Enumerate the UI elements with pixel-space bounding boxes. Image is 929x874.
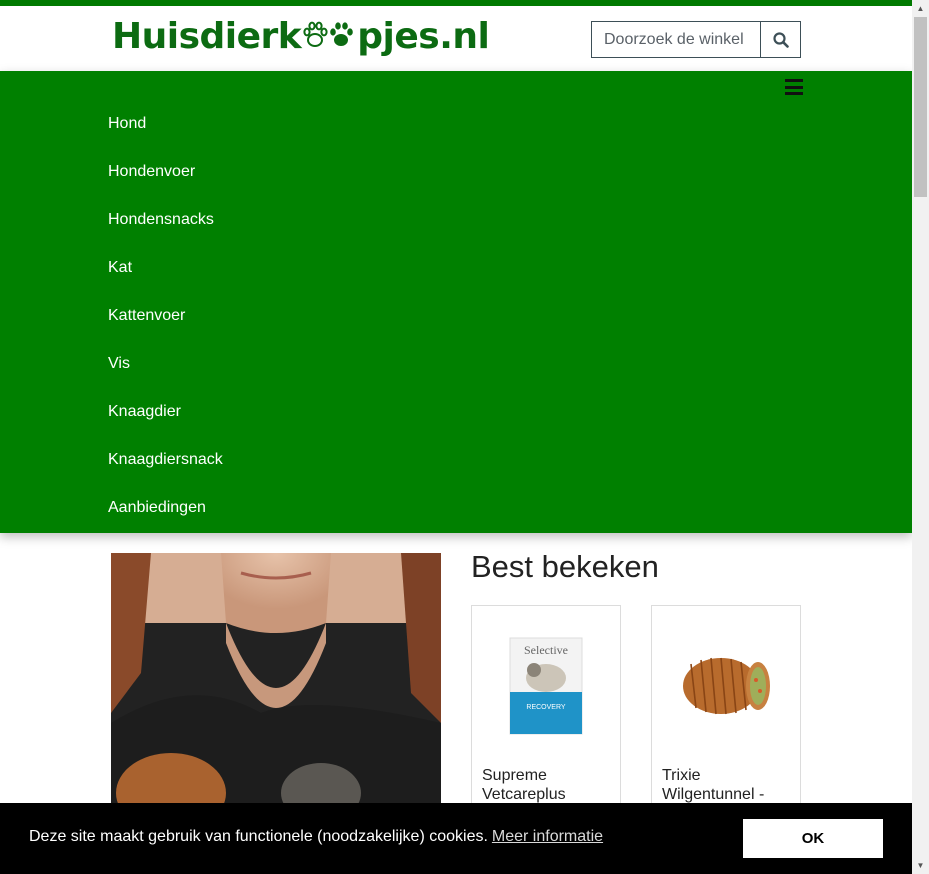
- scroll-down-arrow-icon[interactable]: ▼: [912, 857, 929, 874]
- search-icon: [772, 31, 789, 48]
- logo-text-start: Huisdierk: [112, 15, 302, 57]
- scroll-thumb[interactable]: [914, 17, 927, 197]
- menu-item-kattenvoer[interactable]: Kattenvoer: [108, 292, 223, 340]
- scrollbar[interactable]: ▲ ▼: [912, 0, 929, 874]
- product-image: [652, 616, 800, 756]
- product-name[interactable]: Trixie Wilgentunnel -: [662, 766, 792, 804]
- menu-list: Hond Hondenvoer Hondensnacks Kat Kattenv…: [108, 100, 223, 532]
- menu-item-knaagdier[interactable]: Knaagdier: [108, 388, 223, 436]
- site-header: Huisdierk pjes.nl: [0, 6, 912, 71]
- product-card[interactable]: Trixie Wilgentunnel -: [651, 605, 801, 825]
- product-card[interactable]: Selective RECOVERY Supreme Vetcareplus: [471, 605, 621, 825]
- menu-item-hondenvoer[interactable]: Hondenvoer: [108, 148, 223, 196]
- cookie-message: Deze site maakt gebruik van functionele …: [29, 828, 488, 845]
- hero-photo: [111, 553, 441, 813]
- menu-item-aanbiedingen[interactable]: Aanbiedingen: [108, 484, 223, 532]
- menu-item-vis[interactable]: Vis: [108, 340, 223, 388]
- product-image: Selective RECOVERY: [472, 616, 620, 756]
- main-menu: Hond Hondenvoer Hondensnacks Kat Kattenv…: [0, 71, 912, 533]
- cookie-ok-button[interactable]: OK: [743, 819, 883, 858]
- site-logo[interactable]: Huisdierk pjes.nl: [112, 14, 490, 58]
- scroll-up-arrow-icon[interactable]: ▲: [912, 0, 929, 17]
- product-sub-text: RECOVERY: [526, 704, 565, 711]
- search-input[interactable]: [591, 21, 760, 58]
- logo-text-end: pjes.nl: [357, 15, 490, 57]
- cookie-more-link[interactable]: Meer informatie: [492, 828, 603, 845]
- hamburger-icon[interactable]: [785, 79, 803, 95]
- search-button[interactable]: [760, 21, 801, 58]
- cookie-banner: Deze site maakt gebruik van functionele …: [0, 803, 912, 874]
- menu-item-hondensnacks[interactable]: Hondensnacks: [108, 196, 223, 244]
- menu-item-knaagdiersnack[interactable]: Knaagdiersnack: [108, 436, 223, 484]
- search-bar: [591, 21, 801, 58]
- product-brand-text: Selective: [524, 643, 568, 657]
- menu-item-hond[interactable]: Hond: [108, 100, 223, 148]
- menu-item-kat[interactable]: Kat: [108, 244, 223, 292]
- cookie-text: Deze site maakt gebruik van functionele …: [29, 828, 603, 846]
- section-title: Best bekeken: [471, 549, 659, 584]
- product-name[interactable]: Supreme Vetcareplus: [482, 766, 612, 804]
- paw-icon: [303, 21, 355, 51]
- hero-image[interactable]: [111, 553, 441, 813]
